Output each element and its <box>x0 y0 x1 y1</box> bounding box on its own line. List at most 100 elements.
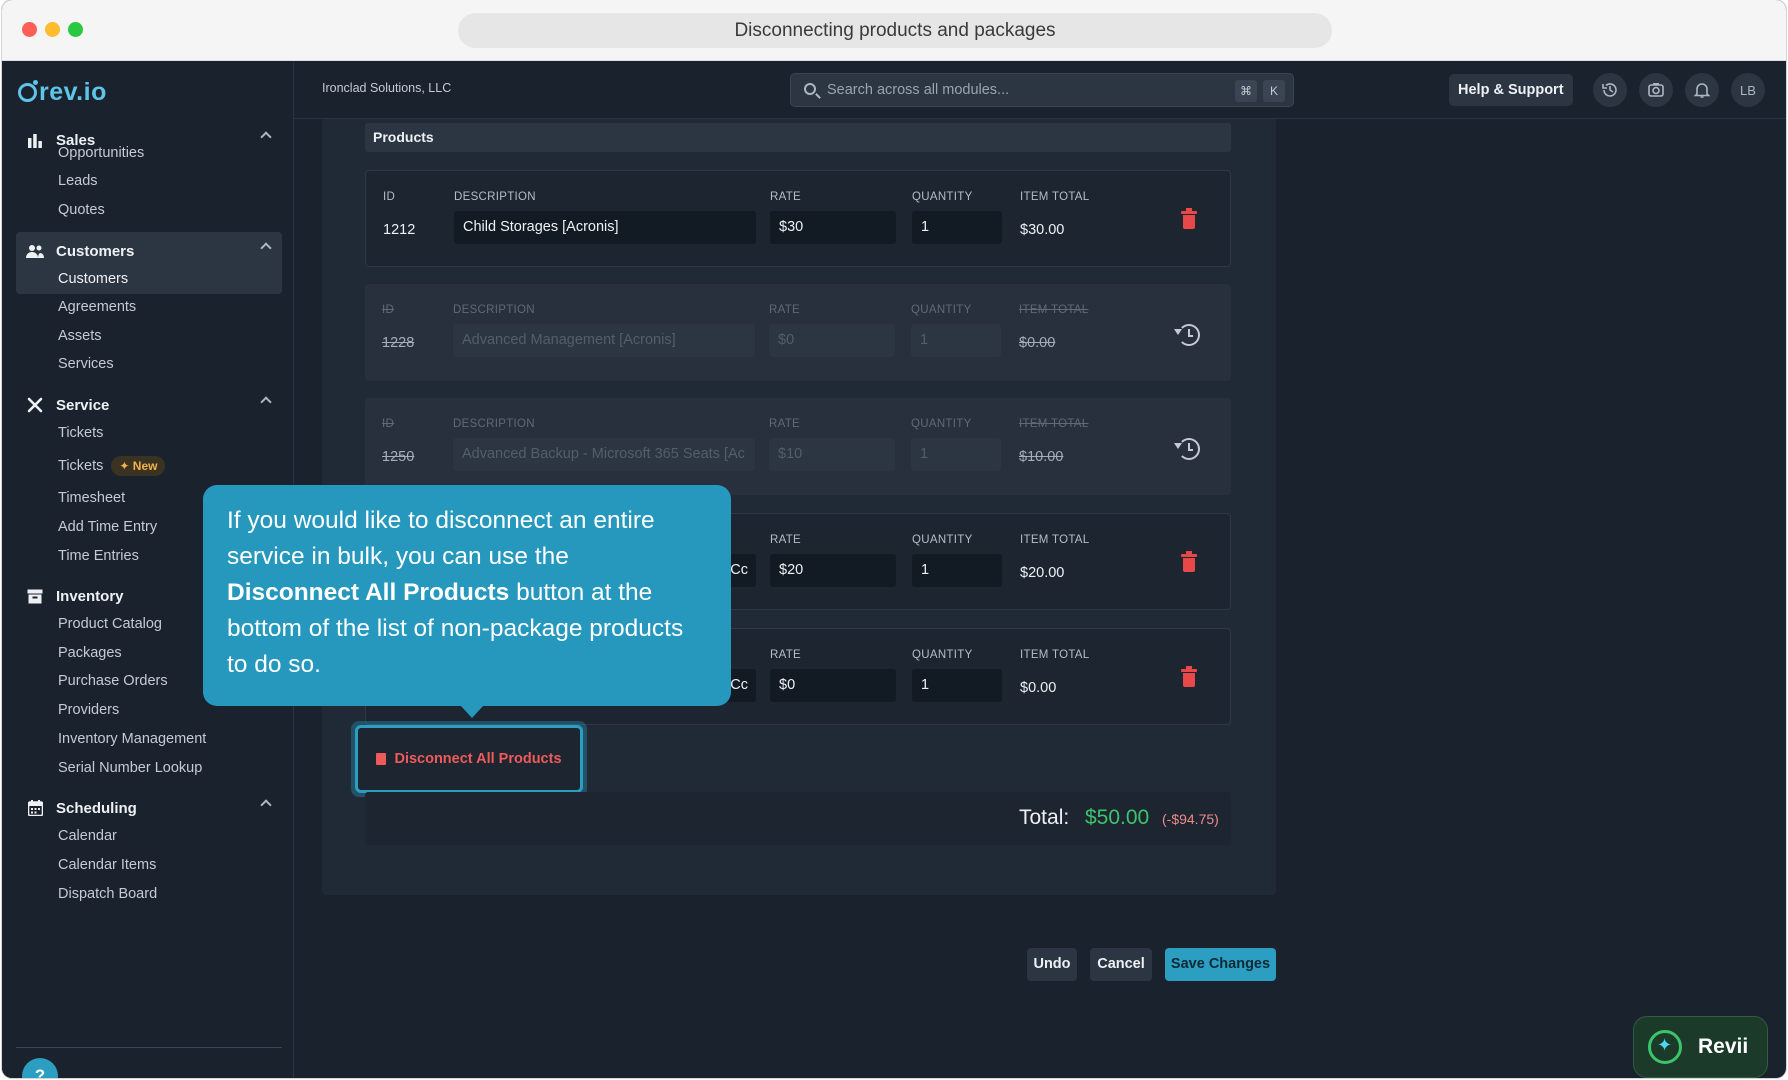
cancel-button[interactable]: Cancel <box>1090 948 1152 981</box>
calendar-icon <box>26 799 44 817</box>
sidebar-item-label: Tickets <box>58 458 104 474</box>
sidebar-item-inventory-management[interactable]: Inventory Management <box>16 724 282 754</box>
guide-tooltip: If you would like to disconnect an entir… <box>203 485 731 718</box>
column-label-quantity: QUANTITY <box>911 418 972 430</box>
column-label-description: DESCRIPTION <box>454 191 536 203</box>
tooltip-text-before: If you would like to disconnect an entir… <box>227 507 655 570</box>
sidebar-item-agreements[interactable]: Agreements <box>16 292 282 322</box>
window-title: Disconnecting products and packages <box>458 13 1332 48</box>
global-search[interactable]: Search across all modules... ⌘ K <box>790 73 1294 107</box>
revii-label: Revii <box>1698 1035 1749 1058</box>
notifications-button[interactable] <box>1685 73 1719 107</box>
products-section-header: Products <box>365 123 1231 152</box>
chevron-up-icon <box>260 242 272 254</box>
company-name: Ironclad Solutions, LLC <box>322 81 452 95</box>
k-key-hint: K <box>1263 80 1285 102</box>
column-label-rate: RATE <box>770 191 802 203</box>
description-input[interactable]: Child Storages [Acronis] <box>454 211 756 244</box>
column-label-quantity: QUANTITY <box>911 304 972 316</box>
sidebar-item-tickets-new[interactable]: Tickets ✦ New <box>16 451 282 481</box>
rate-input: $10 <box>769 438 895 471</box>
sidebar-item-calendar[interactable]: Calendar <box>16 821 282 851</box>
total-difference: (-$94.75) <box>1162 811 1219 827</box>
restore-icon[interactable] <box>1174 324 1200 346</box>
column-label-item-total: ITEM TOTAL <box>1019 304 1089 316</box>
rate-input[interactable]: $20 <box>770 554 896 587</box>
column-label-rate: RATE <box>770 649 802 661</box>
undo-button[interactable]: Undo <box>1027 948 1077 981</box>
minimize-window-button[interactable] <box>45 22 60 37</box>
screenshot-button[interactable] <box>1639 73 1673 107</box>
logo-mark-icon <box>18 79 38 102</box>
help-button[interactable]: ? <box>22 1058 58 1078</box>
sidebar-item-leads[interactable]: Leads <box>16 166 282 196</box>
trash-icon[interactable] <box>1181 208 1197 231</box>
new-badge-label: New <box>132 459 158 474</box>
history-icon <box>1602 83 1617 97</box>
product-row-removed: ID DESCRIPTION RATE QUANTITY ITEM TOTAL … <box>365 398 1231 495</box>
help-support-button[interactable]: Help & Support <box>1449 74 1573 106</box>
search-input[interactable]: Search across all modules... <box>827 82 1009 98</box>
column-label-description: DESCRIPTION <box>453 304 535 316</box>
sidebar-item-opportunities[interactable]: Opportunities <box>16 138 282 168</box>
sidebar-item-assets[interactable]: Assets <box>16 321 282 351</box>
trash-icon[interactable] <box>1181 551 1197 574</box>
new-badge: ✦ New <box>111 456 166 477</box>
item-total: $10.00 <box>1019 449 1064 465</box>
users-icon <box>26 242 44 260</box>
product-id: 1228 <box>382 335 415 351</box>
user-avatar[interactable]: LB <box>1731 73 1765 107</box>
restore-icon[interactable] <box>1174 438 1200 460</box>
sidebar-item-customers[interactable]: Customers <box>16 264 282 294</box>
logo-text: rev.io <box>39 77 107 106</box>
zoom-window-button[interactable] <box>68 22 83 37</box>
sidebar-section-label: Service <box>56 396 110 414</box>
sidebar-section-label: Customers <box>56 242 135 260</box>
product-id: 1250 <box>382 449 415 465</box>
item-total: $0.00 <box>1020 680 1057 696</box>
sidebar-item-dispatch-board[interactable]: Dispatch Board <box>16 879 282 909</box>
quantity-input: 1 <box>911 438 1001 471</box>
sidebar-item-quotes[interactable]: Quotes <box>16 195 282 225</box>
column-label-rate: RATE <box>769 418 801 430</box>
column-label-rate: RATE <box>769 304 801 316</box>
rate-input[interactable]: $0 <box>770 669 896 702</box>
app-window: Disconnecting products and packages rev.… <box>2 0 1786 1078</box>
disconnect-all-products-button[interactable]: Disconnect All Products <box>355 725 583 793</box>
close-window-button[interactable] <box>22 22 37 37</box>
column-label-description: DESCRIPTION <box>453 418 535 430</box>
search-icon <box>804 83 816 95</box>
column-label-quantity: QUANTITY <box>912 191 973 203</box>
trash-icon <box>376 753 387 765</box>
product-row-removed: ID DESCRIPTION RATE QUANTITY ITEM TOTAL … <box>365 284 1231 381</box>
sidebar-item-calendar-items[interactable]: Calendar Items <box>16 850 282 880</box>
description-input: Advanced Management [Acronis] <box>453 324 755 357</box>
disconnect-all-label: Disconnect All Products <box>394 751 562 767</box>
title-bar: Disconnecting products and packages <box>2 0 1786 61</box>
archive-box-icon <box>26 587 44 605</box>
column-label-id: ID <box>383 191 396 203</box>
sidebar-item-services[interactable]: Services <box>16 349 282 379</box>
quantity-input[interactable]: 1 <box>912 554 1002 587</box>
quantity-input[interactable]: 1 <box>912 669 1002 702</box>
rate-input: $0 <box>769 324 895 357</box>
total-value: $50.00 <box>1085 806 1150 829</box>
column-label-id: ID <box>382 418 395 430</box>
quantity-input[interactable]: 1 <box>912 211 1002 244</box>
item-total: $0.00 <box>1019 335 1056 351</box>
revio-logo[interactable]: rev.io <box>18 77 107 107</box>
item-total: $20.00 <box>1020 565 1065 581</box>
item-total: $30.00 <box>1020 222 1065 238</box>
column-label-item-total: ITEM TOTAL <box>1020 191 1090 203</box>
history-button[interactable] <box>1593 73 1627 107</box>
product-id: 1212 <box>383 222 416 238</box>
top-bar: Ironclad Solutions, LLC Search across al… <box>294 61 1786 119</box>
save-changes-button[interactable]: Save Changes <box>1165 948 1276 981</box>
sidebar-divider <box>16 1047 282 1048</box>
trash-icon[interactable] <box>1181 666 1197 689</box>
rate-input[interactable]: $30 <box>770 211 896 244</box>
sparkle-icon: ✦ <box>119 459 133 474</box>
sidebar-item-serial-number-lookup[interactable]: Serial Number Lookup <box>16 753 282 783</box>
revii-assistant-button[interactable]: Revii <box>1633 1016 1768 1078</box>
sidebar-item-tickets[interactable]: Tickets <box>16 418 282 448</box>
